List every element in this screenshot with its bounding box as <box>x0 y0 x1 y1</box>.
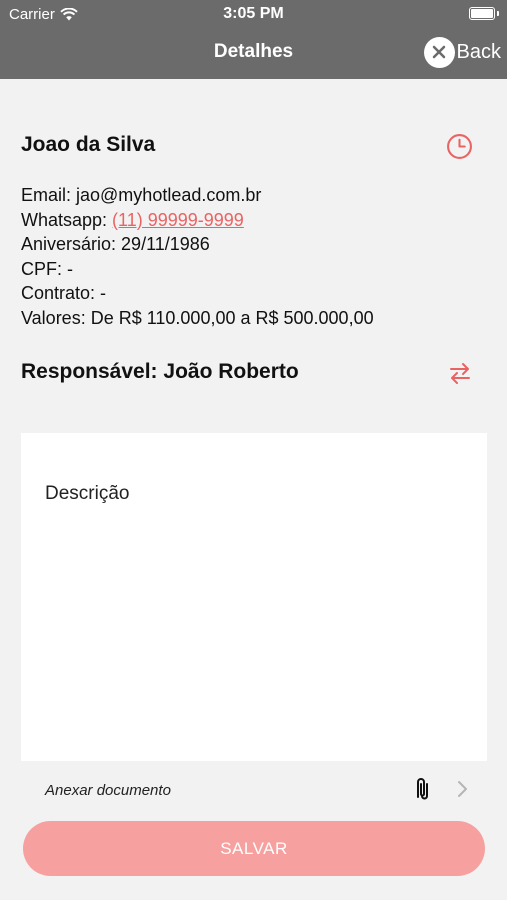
whatsapp-row: Whatsapp: (11) 99999-9999 <box>21 208 374 233</box>
navigation-bar: Detalhes Back <box>0 28 507 79</box>
birthday-label: Aniversário: <box>21 234 122 255</box>
email-row: Email: jao@myhotlead.com.br <box>21 183 374 208</box>
back-label: Back <box>456 40 501 63</box>
description-input[interactable]: Descrição <box>21 433 487 761</box>
attach-document-label: Anexar documento <box>45 782 171 799</box>
status-bar: Carrier 3:05 PM <box>0 0 507 28</box>
email-label: Email: <box>21 185 77 205</box>
attach-document-row[interactable]: Anexar documento <box>21 770 487 810</box>
cpf-label: CPF: <box>21 258 68 279</box>
description-placeholder: Descrição <box>45 483 130 504</box>
paperclip-icon <box>417 778 428 800</box>
contact-details: Email: jao@myhotlead.com.br Whatsapp: (1… <box>21 183 374 331</box>
chevron-right-icon <box>458 781 467 797</box>
save-button[interactable]: SALVAR <box>23 821 485 876</box>
whatsapp-label: Whatsapp: <box>21 209 113 230</box>
contract-row: Contrato: - <box>21 281 374 306</box>
clock-icon[interactable] <box>446 133 473 160</box>
cpf-row: CPF: - <box>21 257 374 282</box>
contact-name: Joao da Silva <box>21 133 156 156</box>
contract-value: - <box>100 283 107 304</box>
values-row: Valores: De R$ 110.000,00 a R$ 500.000,0… <box>21 306 374 331</box>
cpf-value: - <box>67 258 74 279</box>
responsible-label: Responsável: João Roberto <box>21 360 299 383</box>
email-value: jao@myhotlead.com.br <box>76 185 262 205</box>
whatsapp-link[interactable]: (11) 99999-9999 <box>112 210 244 230</box>
status-time: 3:05 PM <box>223 5 284 22</box>
birthday-row: Aniversário: 29/11/1986 <box>21 232 374 257</box>
values-value: De R$ 110.000,00 a R$ 500.000,00 <box>90 307 374 328</box>
close-icon <box>423 36 455 68</box>
contract-label: Contrato: <box>21 283 101 304</box>
swap-arrows-icon[interactable] <box>447 360 473 386</box>
battery-icon <box>469 7 499 20</box>
values-label: Valores: <box>21 307 91 328</box>
back-button[interactable]: Back <box>423 36 501 68</box>
birthday-value: 29/11/1986 <box>121 234 210 255</box>
